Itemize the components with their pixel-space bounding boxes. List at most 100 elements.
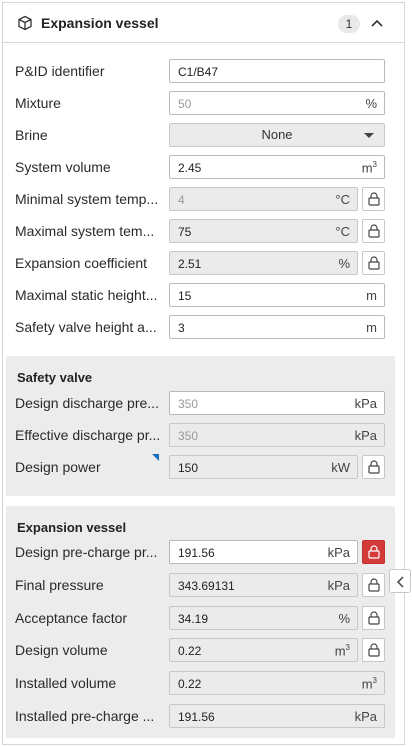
lock-icon	[368, 545, 380, 559]
design-volume-unit-sup: 3	[345, 643, 350, 652]
effective-discharge-value: 350	[178, 429, 199, 443]
row-pid: P&ID identifier C1/B47	[15, 59, 385, 83]
row-brine: Brine None	[15, 123, 385, 147]
panel-title: Expansion vessel	[41, 15, 159, 31]
lock-button[interactable]	[362, 638, 385, 662]
expansion-vessel-title: Expansion vessel	[17, 520, 127, 535]
final-pressure-label: Final pressure	[15, 577, 104, 593]
max-temp-value: 75	[178, 225, 192, 239]
count-badge: 1	[338, 15, 360, 33]
effective-discharge-label: Effective discharge pr...	[15, 427, 161, 443]
design-volume-unit: m3	[335, 643, 350, 658]
installed-volume-value: 0.22	[178, 677, 202, 691]
final-pressure-value: 343.69131	[178, 579, 235, 593]
pre-charge-unit: kPa	[327, 545, 350, 560]
effective-discharge-unit: kPa	[354, 428, 377, 443]
row-effective-discharge: Effective discharge pr... 350 kPa	[15, 423, 385, 447]
exp-coeff-value: 2.51	[178, 257, 202, 271]
design-volume-unit-base: m	[334, 643, 346, 659]
installed-volume-unit-base: m	[361, 676, 373, 692]
lock-icon	[368, 611, 380, 625]
caret-down-icon	[364, 133, 374, 138]
design-power-input[interactable]: 150 kW	[169, 455, 358, 479]
acceptance-unit: %	[338, 611, 350, 626]
min-temp-unit: °C	[335, 192, 350, 207]
min-temp-input[interactable]: 4 °C	[169, 187, 358, 211]
pid-label: P&ID identifier	[15, 63, 105, 79]
design-power-unit: kW	[331, 460, 350, 475]
chevron-up-icon[interactable]	[370, 17, 384, 29]
row-acceptance: Acceptance factor 34.19 %	[15, 606, 385, 630]
system-volume-value: 2.45	[178, 161, 202, 175]
installed-volume-label: Installed volume	[15, 675, 117, 691]
row-system-volume: System volume 2.45 m3	[15, 155, 385, 179]
min-temp-value: 4	[178, 193, 185, 207]
max-static-unit: m	[366, 288, 377, 303]
max-static-value: 15	[178, 289, 192, 303]
max-temp-input[interactable]: 75 °C	[169, 219, 358, 243]
installed-pre-charge-value: 191.56	[178, 710, 215, 724]
safety-height-input[interactable]: 3 m	[169, 315, 385, 339]
lock-button[interactable]	[362, 455, 385, 479]
pre-charge-label: Design pre-charge pr...	[15, 544, 158, 560]
max-static-label: Maximal static height...	[15, 287, 158, 303]
lock-icon	[368, 643, 380, 657]
lock-icon	[368, 460, 380, 474]
mixture-input[interactable]: 50 %	[169, 91, 385, 115]
panel-header[interactable]: Expansion vessel 1	[3, 3, 404, 43]
pid-input[interactable]: C1/B47	[169, 59, 385, 83]
design-discharge-input[interactable]: 350 kPa	[169, 391, 385, 415]
exp-coeff-label: Expansion coefficient	[15, 255, 148, 271]
pre-charge-value: 191.56	[178, 546, 215, 560]
design-discharge-value: 350	[178, 397, 199, 411]
pre-charge-input[interactable]: 191.56 kPa	[169, 540, 358, 564]
system-volume-input[interactable]: 2.45 m3	[169, 155, 385, 179]
safety-height-unit: m	[366, 320, 377, 335]
exp-coeff-input[interactable]: 2.51 %	[169, 251, 358, 275]
exp-coeff-unit: %	[338, 256, 350, 271]
design-power-label: Design power	[15, 459, 101, 475]
mixture-value: 50	[178, 97, 192, 111]
lock-icon	[368, 224, 380, 238]
design-volume-input[interactable]: 0.22 m3	[169, 638, 358, 662]
modified-marker	[152, 454, 159, 461]
system-volume-unit: m3	[362, 160, 377, 175]
brine-select[interactable]: None	[169, 123, 385, 147]
design-discharge-label: Design discharge pre...	[15, 395, 159, 411]
lock-button[interactable]	[362, 219, 385, 243]
row-exp-coeff: Expansion coefficient 2.51 %	[15, 251, 385, 275]
design-volume-value: 0.22	[178, 644, 202, 658]
lock-button-active[interactable]	[362, 540, 385, 564]
design-discharge-unit: kPa	[354, 396, 377, 411]
installed-volume-unit: m3	[362, 676, 377, 691]
installed-pre-charge-unit: kPa	[354, 709, 377, 724]
installed-pre-charge-input[interactable]: 191.56 kPa	[169, 704, 385, 728]
row-design-power: Design power 150 kW	[15, 454, 385, 479]
row-max-static: Maximal static height... 15 m	[15, 283, 385, 307]
effective-discharge-input[interactable]: 350 kPa	[169, 423, 385, 447]
final-pressure-input[interactable]: 343.69131 kPa	[169, 573, 358, 597]
row-final-pressure: Final pressure 343.69131 kPa	[15, 573, 385, 597]
mixture-unit: %	[365, 96, 377, 111]
row-min-temp: Minimal system temp... 4 °C	[15, 187, 385, 211]
mixture-label: Mixture	[15, 95, 61, 111]
lock-button[interactable]	[362, 606, 385, 630]
max-static-input[interactable]: 15 m	[169, 283, 385, 307]
row-mixture: Mixture 50 %	[15, 91, 385, 115]
final-pressure-unit: kPa	[327, 578, 350, 593]
brine-value: None	[261, 127, 293, 142]
installed-volume-input[interactable]: 0.22 m3	[169, 671, 385, 695]
design-power-value: 150	[178, 461, 199, 475]
lock-button[interactable]	[362, 187, 385, 211]
row-design-discharge: Design discharge pre... 350 kPa	[15, 391, 385, 415]
lock-button[interactable]	[362, 573, 385, 597]
installed-volume-unit-sup: 3	[372, 676, 377, 685]
pid-value: C1/B47	[178, 65, 219, 79]
system-volume-label: System volume	[15, 159, 111, 175]
acceptance-input[interactable]: 34.19 %	[169, 606, 358, 630]
design-volume-label: Design volume	[15, 642, 108, 658]
collapse-side-tab[interactable]	[389, 569, 411, 593]
chevron-left-icon	[396, 576, 404, 588]
lock-button[interactable]	[362, 251, 385, 275]
system-volume-unit-sup: 3	[372, 160, 377, 169]
